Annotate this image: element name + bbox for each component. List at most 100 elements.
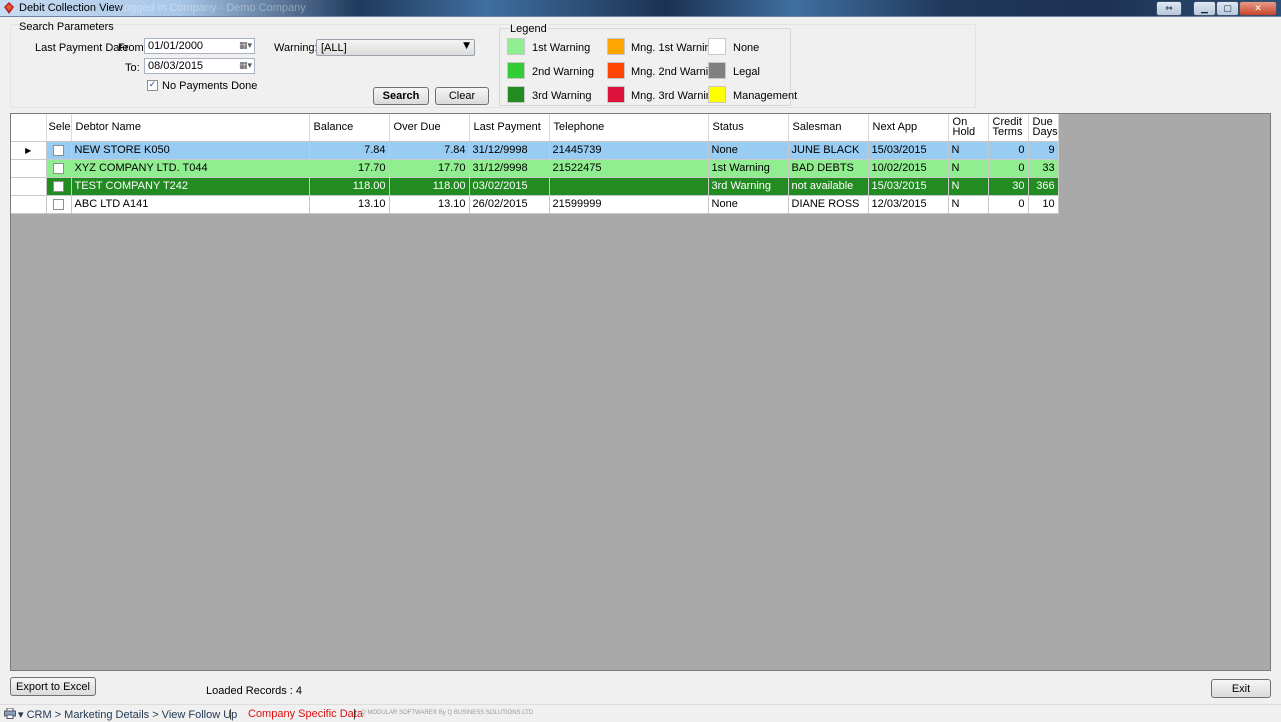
column-header-balance[interactable]: Balance bbox=[309, 114, 390, 142]
legend-title: Legend bbox=[509, 23, 548, 35]
cell-due-days[interactable]: 33 bbox=[1028, 159, 1059, 178]
column-header-next-app[interactable]: Next App bbox=[868, 114, 949, 142]
cell-over-due[interactable]: 17.70 bbox=[389, 159, 470, 178]
cell-on-hold[interactable]: N bbox=[948, 159, 989, 178]
row-header[interactable] bbox=[11, 195, 47, 214]
cell-next-app[interactable]: 10/02/2015 bbox=[868, 159, 949, 178]
cell-due-days[interactable]: 9 bbox=[1028, 141, 1059, 160]
warning-select[interactable]: [ALL] ▼ bbox=[316, 39, 475, 56]
printer-icon[interactable] bbox=[4, 708, 16, 719]
cell-status[interactable]: 3rd Warning bbox=[708, 177, 789, 196]
export-to-excel-button[interactable]: Export to Excel bbox=[10, 677, 96, 696]
cell-over-due[interactable]: 13.10 bbox=[389, 195, 470, 214]
cell-debtor-name[interactable]: ABC LTD A141 bbox=[71, 195, 310, 214]
cell-debtor-name[interactable]: NEW STORE K050 bbox=[71, 141, 310, 160]
column-header-salesman[interactable]: Salesman bbox=[788, 114, 869, 142]
column-header-over-due[interactable]: Over Due bbox=[389, 114, 470, 142]
clear-button[interactable]: Clear bbox=[435, 87, 489, 105]
row-select-cell[interactable] bbox=[46, 177, 72, 196]
cell-salesman[interactable]: DIANE ROSS bbox=[788, 195, 869, 214]
row-select-cell[interactable] bbox=[46, 159, 72, 178]
navigation-breadcrumb[interactable]: ▾ CRM > Marketing Details > View Follow … bbox=[18, 708, 237, 721]
restore-button[interactable]: ⇔ bbox=[1156, 1, 1182, 16]
calendar-dropdown-icon[interactable]: ▦▾ bbox=[239, 61, 252, 71]
cell-credit-terms[interactable]: 0 bbox=[988, 159, 1029, 178]
search-button[interactable]: Search bbox=[373, 87, 429, 105]
no-payments-checkbox[interactable]: ✓ bbox=[147, 80, 158, 91]
cell-over-due[interactable]: 7.84 bbox=[389, 141, 470, 160]
cell-salesman[interactable]: not available bbox=[788, 177, 869, 196]
cell-credit-terms[interactable]: 0 bbox=[988, 195, 1029, 214]
cell-last-payment[interactable]: 03/02/2015 bbox=[469, 177, 550, 196]
cell-on-hold[interactable]: N bbox=[948, 141, 989, 160]
cell-last-payment[interactable]: 26/02/2015 bbox=[469, 195, 550, 214]
cell-over-due[interactable]: 118.00 bbox=[389, 177, 470, 196]
chevron-down-icon: ▼ bbox=[463, 41, 470, 51]
current-row-indicator-icon[interactable]: ▶ bbox=[11, 141, 47, 160]
column-header-select[interactable]: Sele bbox=[46, 114, 72, 142]
status-bar: ▾ CRM > Marketing Details > View Follow … bbox=[0, 704, 1281, 722]
cell-salesman[interactable]: BAD DEBTS bbox=[788, 159, 869, 178]
legend-label-legal: Legal bbox=[733, 66, 760, 78]
cell-balance[interactable]: 17.70 bbox=[309, 159, 390, 178]
search-parameters-label: Search Parameters bbox=[19, 21, 114, 33]
row-select-cell[interactable] bbox=[46, 195, 72, 214]
column-header-on-hold[interactable]: On Hold bbox=[948, 114, 989, 142]
debtors-grid[interactable]: Sele Debtor Name Balance Over Due Last P… bbox=[10, 113, 1271, 671]
cell-debtor-name[interactable]: TEST COMPANY T242 bbox=[71, 177, 310, 196]
loaded-records-label: Loaded Records : 4 bbox=[206, 685, 303, 697]
minimize-button[interactable]: ▁ bbox=[1193, 1, 1216, 16]
row-select-checkbox[interactable] bbox=[52, 198, 64, 210]
table-row[interactable]: TEST COMPANY T242 118.00 118.00 03/02/20… bbox=[11, 177, 1059, 196]
row-select-cell[interactable] bbox=[46, 141, 72, 160]
cell-next-app[interactable]: 15/03/2015 bbox=[868, 177, 949, 196]
cell-next-app[interactable]: 15/03/2015 bbox=[868, 141, 949, 160]
row-header[interactable] bbox=[11, 177, 47, 196]
cell-debtor-name[interactable]: XYZ COMPANY LTD. T044 bbox=[71, 159, 310, 178]
column-header-due-days[interactable]: Due Days bbox=[1028, 114, 1059, 142]
row-header[interactable] bbox=[11, 159, 47, 178]
cell-on-hold[interactable]: N bbox=[948, 195, 989, 214]
legend-label-management: Management bbox=[733, 90, 798, 102]
cell-balance[interactable]: 7.84 bbox=[309, 141, 390, 160]
legend-label-none: None bbox=[733, 42, 760, 54]
cell-telephone[interactable]: 21599999 bbox=[549, 195, 709, 214]
column-header-last-payment[interactable]: Last Payment bbox=[469, 114, 550, 142]
cell-telephone[interactable]: 21522475 bbox=[549, 159, 709, 178]
cell-due-days[interactable]: 10 bbox=[1028, 195, 1059, 214]
row-select-checkbox[interactable] bbox=[52, 144, 64, 156]
cell-next-app[interactable]: 12/03/2015 bbox=[868, 195, 949, 214]
exit-button[interactable]: Exit bbox=[1211, 679, 1271, 698]
row-select-checkbox[interactable] bbox=[52, 162, 64, 174]
table-row[interactable]: XYZ COMPANY LTD. T044 17.70 17.70 31/12/… bbox=[11, 159, 1059, 178]
cell-due-days[interactable]: 366 bbox=[1028, 177, 1059, 196]
cell-credit-terms[interactable]: 30 bbox=[988, 177, 1029, 196]
column-header-credit-terms[interactable]: Credit Terms bbox=[988, 114, 1029, 142]
cell-on-hold[interactable]: N bbox=[948, 177, 989, 196]
status-separator: | bbox=[229, 708, 232, 720]
cell-telephone[interactable] bbox=[549, 177, 709, 196]
cell-last-payment[interactable]: 31/12/9998 bbox=[469, 141, 550, 160]
column-header-telephone[interactable]: Telephone bbox=[549, 114, 709, 142]
cell-balance[interactable]: 118.00 bbox=[309, 177, 390, 196]
table-row[interactable]: ABC LTD A141 13.10 13.10 26/02/2015 2159… bbox=[11, 195, 1059, 214]
close-button[interactable]: ✕ bbox=[1239, 1, 1277, 16]
cell-balance[interactable]: 13.10 bbox=[309, 195, 390, 214]
cell-telephone[interactable]: 21445739 bbox=[549, 141, 709, 160]
company-specific-data-label: Company Specific Data bbox=[248, 708, 363, 720]
column-header-debtor-name[interactable]: Debtor Name bbox=[71, 114, 310, 142]
to-date-picker[interactable]: 08/03/2015 ▦▾ bbox=[144, 58, 255, 74]
calendar-dropdown-icon[interactable]: ▦▾ bbox=[239, 41, 252, 51]
cell-status[interactable]: None bbox=[708, 195, 789, 214]
table-row[interactable]: ▶ NEW STORE K050 7.84 7.84 31/12/9998 21… bbox=[11, 141, 1059, 160]
cell-salesman[interactable]: JUNE BLACK bbox=[788, 141, 869, 160]
cell-status[interactable]: 1st Warning bbox=[708, 159, 789, 178]
row-select-checkbox[interactable] bbox=[52, 180, 64, 192]
column-header-status[interactable]: Status bbox=[708, 114, 789, 142]
cell-last-payment[interactable]: 31/12/9998 bbox=[469, 159, 550, 178]
cell-credit-terms[interactable]: 0 bbox=[988, 141, 1029, 160]
from-date-picker[interactable]: 01/01/2000 ▦▾ bbox=[144, 38, 255, 54]
cell-status[interactable]: None bbox=[708, 141, 789, 160]
maximize-button[interactable]: ▢ bbox=[1216, 1, 1239, 16]
legend-label-mng-1st-warning: Mng. 1st Warning bbox=[631, 42, 717, 54]
